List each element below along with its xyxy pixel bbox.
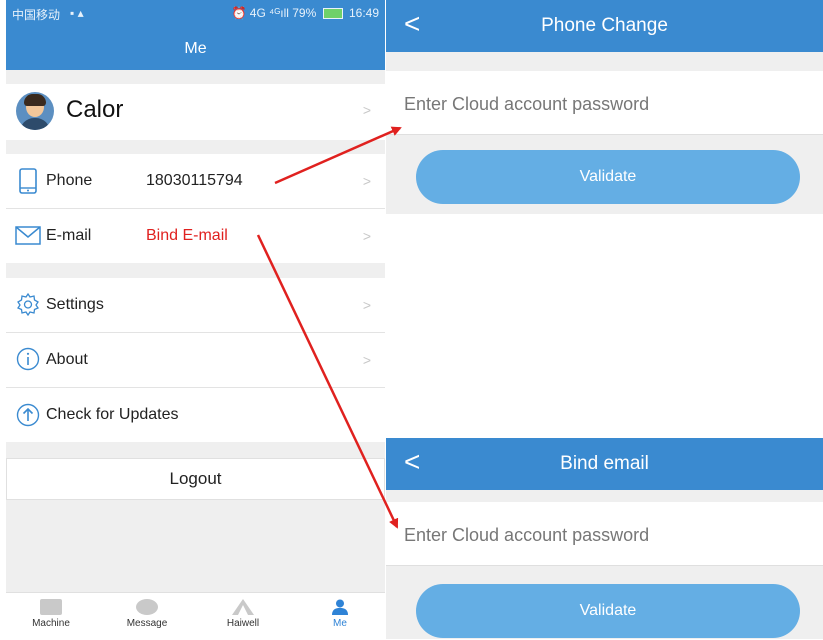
me-screen: 中国移动 ▪ ▴ ⏰ 4G ⁴ᴳıll 79% 16:49 Me Calor >… xyxy=(6,0,385,640)
battery-icon xyxy=(322,8,343,20)
chevron-right-icon: > xyxy=(362,297,371,313)
gear-icon xyxy=(17,292,39,316)
phone-change-title: Phone Change xyxy=(541,15,668,36)
validate-button[interactable]: Validate xyxy=(416,584,800,638)
tab-label: Haiwell xyxy=(226,618,260,629)
tab-message[interactable]: Message xyxy=(107,599,187,629)
validate-button[interactable]: Validate xyxy=(416,150,800,204)
phone-value: 18030115794 xyxy=(146,172,243,189)
chevron-right-icon: > xyxy=(362,352,371,368)
about-row[interactable]: About > xyxy=(6,333,385,387)
avatar xyxy=(16,92,54,130)
bind-email-screen: < Bind email Validate xyxy=(386,438,823,639)
tab-haiwell[interactable]: Haiwell xyxy=(203,599,283,629)
status-indicator-text: ⏰ 4G ⁴ᴳıll 79% xyxy=(231,6,317,20)
phone-label: Phone xyxy=(46,172,93,189)
status-bar: 中国移动 ▪ ▴ ⏰ 4G ⁴ᴳıll 79% 16:49 xyxy=(6,0,385,36)
chevron-right-icon: > xyxy=(362,228,371,244)
phone-change-password-row xyxy=(386,71,823,135)
header-bar: Me xyxy=(6,36,385,70)
phone-change-screen: < Phone Change Validate xyxy=(386,0,823,214)
carrier-label: 中国移动 xyxy=(12,8,61,22)
status-indicators: ⏰ 4G ⁴ᴳıll 79% 16:49 xyxy=(232,6,379,20)
about-label: About xyxy=(46,351,88,368)
email-value: Bind E-mail xyxy=(146,227,228,244)
haiwell-logo-icon xyxy=(232,599,254,615)
logout-button[interactable]: Logout xyxy=(6,458,385,500)
tab-label: Me xyxy=(333,618,347,629)
settings-row[interactable]: Settings > xyxy=(6,278,385,332)
upload-arrow-icon xyxy=(16,403,40,427)
page-title: Me xyxy=(184,40,207,57)
avatar-body xyxy=(20,118,50,130)
status-time: 16:49 xyxy=(348,6,379,20)
check-updates-row[interactable]: Check for Updates xyxy=(6,388,385,442)
info-icon xyxy=(16,347,40,371)
password-input[interactable] xyxy=(402,89,806,119)
tab-label: Machine xyxy=(32,618,70,629)
bind-email-password-row xyxy=(386,502,823,566)
profile-row[interactable]: Calor > xyxy=(6,84,385,140)
blank-area xyxy=(386,214,823,438)
check-updates-label: Check for Updates xyxy=(46,406,179,423)
machine-icon xyxy=(40,599,62,615)
person-icon xyxy=(332,599,348,615)
mail-icon xyxy=(15,226,41,245)
phone-change-header: < Phone Change xyxy=(386,0,823,52)
notification-icons: ▪ ▴ xyxy=(70,6,84,20)
chevron-right-icon: > xyxy=(362,173,371,189)
phone-row[interactable]: Phone 18030115794 > xyxy=(6,154,385,208)
settings-label: Settings xyxy=(46,296,104,313)
chat-bubble-icon xyxy=(136,599,158,615)
bind-email-title: Bind email xyxy=(560,453,649,474)
password-input[interactable] xyxy=(402,520,806,550)
tab-bar: Machine Message Haiwell Me xyxy=(6,592,385,640)
chevron-right-icon: > xyxy=(362,102,371,118)
phone-icon xyxy=(19,168,37,194)
profile-name: Calor xyxy=(66,96,124,123)
bind-email-header: < Bind email xyxy=(386,438,823,490)
email-label: E-mail xyxy=(46,227,92,244)
email-row[interactable]: E-mail Bind E-mail > xyxy=(6,209,385,263)
tab-me[interactable]: Me xyxy=(300,599,380,629)
tab-machine[interactable]: Machine xyxy=(11,599,91,629)
avatar-hair xyxy=(24,94,46,106)
tab-label: Message xyxy=(126,618,168,629)
